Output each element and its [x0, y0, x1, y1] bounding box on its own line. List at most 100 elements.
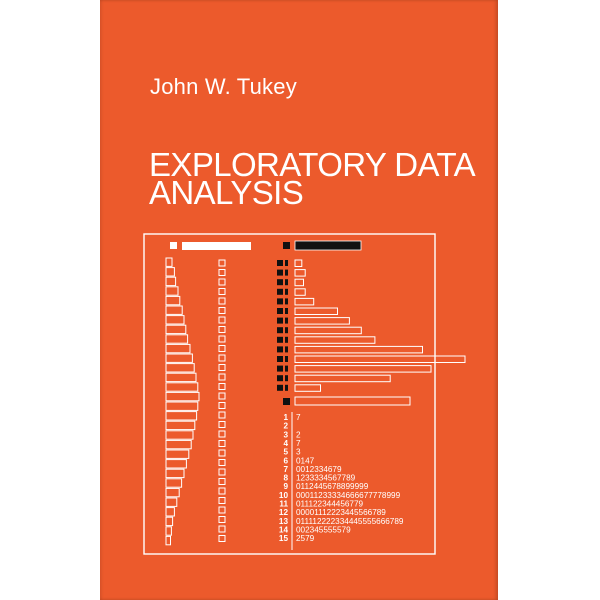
left-square	[218, 345, 226, 352]
stem-label: 6	[283, 456, 288, 465]
histogram-bar	[294, 259, 303, 267]
left-bar	[165, 497, 178, 507]
histogram-marker	[277, 384, 283, 391]
histogram-marker	[277, 288, 283, 295]
histogram-bar	[294, 307, 338, 315]
left-square	[218, 459, 226, 466]
histogram-marker	[285, 308, 288, 314]
histogram-bar	[294, 288, 306, 296]
histogram-marker	[285, 288, 288, 295]
leaf-digits: 0112445678899999	[296, 482, 369, 491]
left-bar	[165, 334, 189, 344]
histogram-bar	[294, 297, 315, 306]
histogram-marker	[285, 384, 288, 391]
left-square	[218, 373, 226, 381]
left-square	[218, 430, 226, 438]
left-square	[218, 259, 226, 267]
left-square	[218, 440, 226, 447]
stem-label: 3	[283, 430, 288, 439]
left-bar	[165, 305, 183, 315]
left-square-column	[218, 259, 226, 542]
left-bar	[165, 363, 195, 373]
left-bar	[165, 516, 174, 527]
left-bar	[165, 257, 173, 267]
left-square	[218, 402, 226, 409]
left-square	[218, 506, 226, 514]
histogram-marker	[277, 308, 283, 314]
histogram-marker	[277, 327, 283, 334]
histogram-bar	[294, 278, 304, 287]
histogram-marker	[277, 260, 283, 266]
histogram-marker	[285, 356, 288, 362]
left-header	[170, 242, 251, 250]
leaf-digits: 7	[296, 413, 301, 422]
histogram-bar	[294, 345, 423, 354]
leaf-digits: 1233334567789	[296, 474, 356, 483]
leaf-digits: 3	[296, 448, 301, 457]
leaf-digits: 7	[296, 439, 301, 448]
histogram-marker	[285, 375, 288, 382]
left-bar	[165, 324, 187, 335]
left-bar	[165, 507, 175, 517]
left-bar	[165, 267, 175, 277]
stem-label: 7	[283, 465, 288, 474]
stem-label: 10	[279, 491, 289, 500]
histogram-bars	[294, 259, 466, 392]
left-bar	[165, 315, 185, 325]
stem-label: 4	[283, 439, 288, 448]
stem-label: 8	[283, 474, 288, 483]
leaf-digits: 00001112223445566789	[296, 508, 386, 517]
left-bar	[165, 439, 192, 450]
left-square	[218, 316, 226, 324]
frame	[143, 233, 436, 555]
stem-label: 13	[279, 517, 289, 526]
stem-and-leaf-display: 1 723 24 75 36 01477 00123346798 12333345677899…	[279, 413, 404, 543]
left-bar	[165, 449, 190, 459]
histogram-marker	[277, 336, 283, 343]
left-square	[218, 525, 226, 533]
left-bar	[165, 535, 171, 546]
right-header	[283, 240, 362, 251]
histogram-markers	[277, 260, 288, 391]
histogram-marker	[277, 269, 283, 276]
cover-artwork: 1 723 24 75 36 01477 00123346798 12333345677899…	[143, 233, 466, 555]
stem-label: 12	[279, 508, 289, 517]
left-square	[218, 297, 226, 305]
left-square	[218, 364, 226, 371]
left-bar	[165, 430, 194, 440]
left-square	[218, 516, 226, 523]
left-bar	[165, 411, 198, 421]
leaf-digits: 011112222334445555666789	[296, 517, 404, 526]
histogram-marker	[277, 356, 283, 362]
stem-label: 5	[283, 448, 288, 457]
histogram-bar	[294, 269, 306, 277]
left-bar	[165, 276, 177, 287]
left-square	[218, 468, 226, 476]
histogram-bar	[294, 326, 362, 335]
leaf-digits: 2579	[296, 534, 315, 543]
histogram-marker	[277, 298, 283, 305]
stem-label: 9	[283, 482, 288, 491]
left-square	[218, 497, 226, 504]
stem-label: 2	[283, 422, 288, 431]
histogram-marker	[285, 365, 288, 372]
histogram-bar	[294, 374, 391, 383]
left-square	[218, 478, 226, 485]
histogram-marker	[285, 279, 288, 286]
left-bar	[165, 391, 200, 402]
left-bar	[165, 295, 181, 306]
left-square	[218, 326, 226, 333]
histogram-marker	[285, 317, 288, 324]
left-square	[218, 411, 226, 419]
left-square	[218, 535, 226, 542]
histogram-marker	[285, 336, 288, 343]
stem-label: 11	[279, 500, 288, 509]
left-square	[218, 449, 226, 457]
left-bar	[165, 382, 199, 392]
leaf-digits: 0147	[296, 456, 315, 465]
leaf-digits: 00011233334666677778999	[296, 491, 401, 500]
histogram-bar	[294, 355, 466, 363]
histogram-marker	[285, 327, 288, 334]
leaf-digits: 011122344456779	[296, 500, 364, 509]
histogram-bar	[294, 384, 321, 392]
